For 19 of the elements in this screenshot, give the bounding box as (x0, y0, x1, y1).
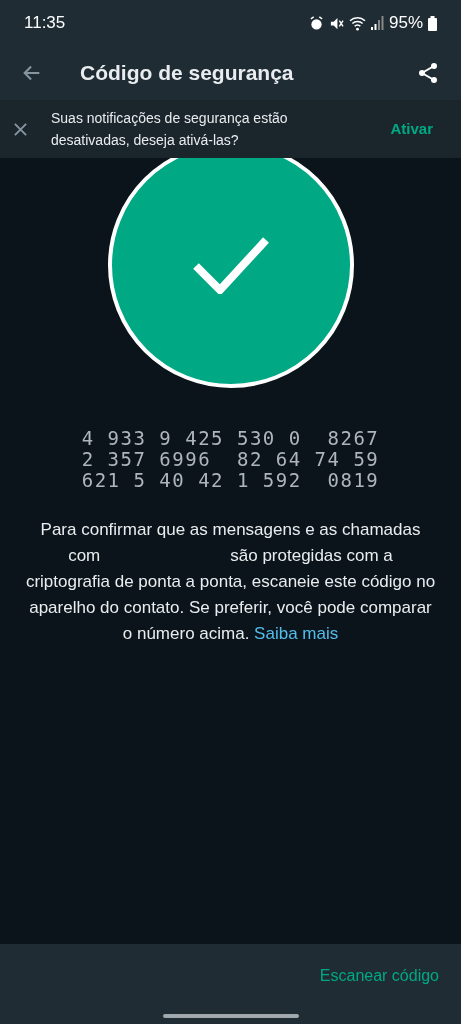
checkmark-icon (191, 236, 270, 294)
scan-code-button[interactable]: Escanear código (319, 964, 439, 988)
security-code-row: 4 933 9 425 530 0 8267 (81, 428, 380, 449)
description-text: Para confirmar que as mensagens e as chamadas com são protegidas com a criptografia de ponta a ponta, escaneie este código no aparelho do contato. Se preferir, você pode comparar o número acima. Saiba mais (24, 519, 437, 645)
banner-message: Suas notificações de segurança estão desativadas, deseja ativá-las? (51, 109, 289, 150)
wifi-icon (348, 15, 366, 31)
screen-title: Código de segurança (80, 60, 294, 87)
signal-icon (370, 16, 384, 30)
clock: 11:35 (24, 12, 66, 35)
battery-percentage: 95% (388, 12, 423, 35)
activate-button[interactable]: Ativar (390, 117, 433, 141)
close-button[interactable] (12, 121, 28, 137)
battery-icon (428, 15, 437, 31)
security-code-row: 621 5 40 42 1 592 0819 (81, 470, 380, 491)
security-code-row: 2 357 6996 82 64 74 59 (81, 449, 380, 470)
learn-more-link[interactable]: Saiba mais (254, 624, 339, 643)
share-icon (416, 61, 440, 85)
close-icon (12, 121, 28, 137)
alarm-icon (308, 15, 324, 31)
